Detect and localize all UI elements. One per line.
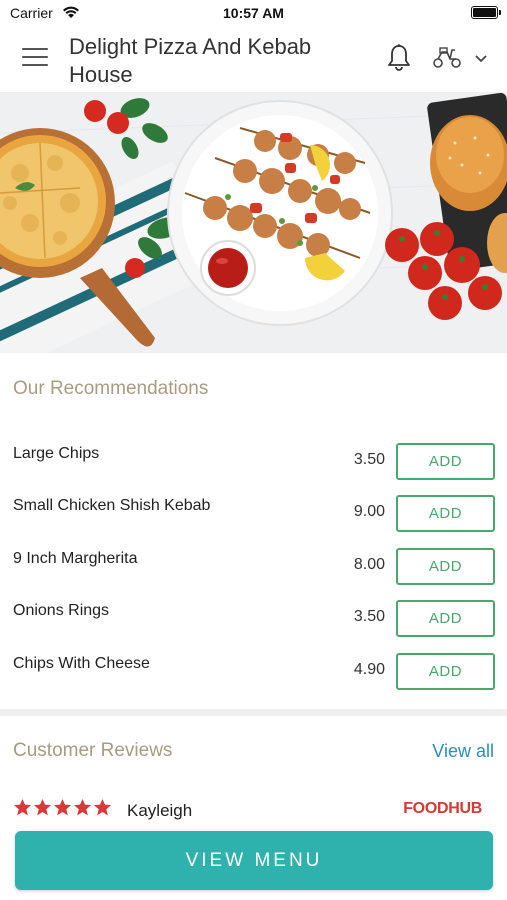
view-menu-button[interactable]: VIEW MENU	[15, 831, 493, 890]
hamburger-menu-icon[interactable]	[22, 48, 48, 70]
item-name: Large Chips	[13, 445, 100, 462]
list-item: Large Chips 3.50 ADD	[0, 443, 507, 495]
star-icon	[33, 798, 52, 816]
star-rating	[13, 798, 112, 817]
chevron-down-icon	[475, 55, 487, 63]
view-all-reviews-link[interactable]: View all	[432, 741, 494, 762]
star-icon	[53, 798, 72, 816]
section-divider	[0, 709, 507, 716]
status-bar: Carrier 10:57 AM	[0, 0, 507, 26]
scooter-icon	[433, 47, 461, 68]
item-price: 4.90	[353, 661, 385, 678]
star-icon	[13, 798, 32, 816]
delivery-mode-selector[interactable]	[431, 46, 491, 72]
add-button[interactable]: ADD	[396, 443, 495, 480]
list-item: 9 Inch Margherita 8.00 ADD	[0, 548, 507, 600]
item-price: 3.50	[353, 608, 385, 625]
item-name: 9 Inch Margherita	[13, 550, 138, 567]
item-price: 9.00	[353, 503, 385, 520]
hero-banner-image	[0, 93, 507, 353]
add-button[interactable]: ADD	[396, 495, 495, 532]
reviewer-name: Kayleigh	[127, 801, 193, 820]
add-button[interactable]: ADD	[396, 600, 495, 637]
star-icon	[93, 798, 112, 816]
item-name: Small Chicken Shish Kebab	[13, 497, 211, 514]
clock: 10:57 AM	[223, 5, 284, 21]
list-item: Onions Rings 3.50 ADD	[0, 600, 507, 652]
list-item: Small Chicken Shish Kebab 9.00 ADD	[0, 495, 507, 547]
battery-icon	[471, 6, 501, 19]
list-item: Chips With Cheese 4.90 ADD	[0, 653, 507, 705]
item-price: 3.50	[353, 451, 385, 468]
app-header: Delight Pizza And Kebab House	[0, 26, 507, 93]
item-price: 8.00	[353, 556, 385, 573]
add-button[interactable]: ADD	[396, 548, 495, 585]
kebab-plate-image	[167, 100, 393, 326]
item-name: Onions Rings	[13, 602, 110, 619]
reviews-title: Customer Reviews	[13, 740, 173, 761]
foodhub-logo: FOODHUB	[403, 800, 482, 817]
star-icon	[73, 798, 92, 816]
restaurant-title: Delight Pizza And Kebab House	[69, 34, 312, 87]
bell-icon[interactable]	[385, 43, 413, 73]
add-button[interactable]: ADD	[396, 653, 495, 690]
recommendations-title: Our Recommendations	[13, 378, 209, 399]
item-name: Chips With Cheese	[13, 655, 150, 672]
